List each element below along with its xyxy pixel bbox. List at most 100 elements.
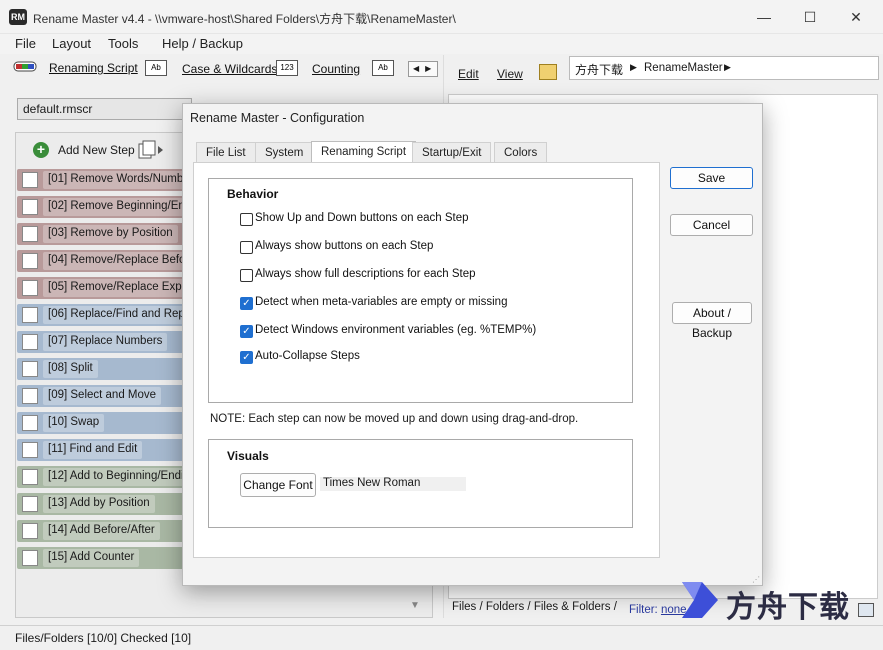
step-row[interactable]: [09] Select and Move [17, 385, 192, 407]
tab-files-folders[interactable]: Files & Folders [534, 601, 611, 613]
step-checkbox[interactable] [22, 334, 38, 350]
step-row[interactable]: [07] Replace Numbers [17, 331, 192, 353]
step-checkbox[interactable] [22, 199, 38, 215]
case-icon: Ab [145, 60, 167, 76]
add-new-step-label: Add New Step [58, 143, 135, 157]
breadcrumb-arrow-icon: ▶ [630, 62, 637, 72]
menu-layout[interactable]: Layout [52, 36, 91, 51]
renaming-script-tab[interactable]: Renaming Script [49, 61, 138, 75]
step-row[interactable]: [02] Remove Beginning/End [17, 196, 195, 218]
step-row[interactable]: [05] Remove/Replace Expre [17, 277, 195, 299]
step-row[interactable]: [01] Remove Words/Numbe [17, 169, 195, 191]
filter-indicator[interactable]: Filter: none [629, 604, 687, 616]
tab-system[interactable]: System [255, 142, 314, 163]
option-label[interactable]: Auto-Collapse Steps [255, 350, 360, 362]
edit-menu[interactable]: Edit [458, 67, 479, 81]
about-backup-button[interactable]: About / Backup [672, 302, 752, 340]
step-checkbox[interactable] [22, 442, 38, 458]
step-checkbox[interactable] [22, 172, 38, 188]
step-checkbox[interactable] [22, 307, 38, 323]
step-row[interactable]: [04] Remove/Replace Befor [17, 250, 195, 272]
step-label: [14] Add Before/After [43, 522, 160, 540]
step-row[interactable]: [08] Split [17, 358, 192, 380]
step-checkbox[interactable] [22, 523, 38, 539]
step-label: [04] Remove/Replace Befor [43, 252, 195, 270]
step-row[interactable]: [06] Replace/Find and Repl [17, 304, 193, 326]
case-wildcards-tab[interactable]: Case & Wildcards [182, 62, 277, 76]
breadcrumb-item[interactable]: RenameMaster [644, 62, 723, 74]
step-label: [05] Remove/Replace Expre [43, 279, 195, 297]
copy-steps-icon[interactable] [138, 140, 163, 159]
option-checkbox[interactable]: ✓ [240, 351, 253, 364]
step-label: [08] Split [43, 360, 98, 378]
tab-files[interactable]: Files [452, 601, 476, 613]
cancel-button[interactable]: Cancel [670, 214, 753, 236]
option-label[interactable]: Show Up and Down buttons on each Step [255, 212, 469, 224]
minimize-button[interactable]: — [741, 0, 787, 34]
app-icon: RM [9, 9, 27, 25]
drag-drop-note: NOTE: Each step can now be moved up and … [210, 413, 579, 425]
step-row[interactable]: [14] Add Before/After [17, 520, 192, 542]
option-label[interactable]: Always show buttons on each Step [255, 240, 433, 252]
option-label[interactable]: Always show full descriptions for each S… [255, 268, 476, 280]
tab-startup-exit[interactable]: Startup/Exit [412, 142, 492, 163]
view-menu[interactable]: View [497, 67, 523, 81]
step-row[interactable]: [03] Remove by Position [17, 223, 192, 245]
step-checkbox[interactable] [22, 496, 38, 512]
script-file-select[interactable]: default.rmscr [17, 98, 192, 120]
maximize-button[interactable]: ☐ [787, 0, 833, 34]
change-font-button[interactable]: Change Font [240, 473, 316, 497]
step-checkbox[interactable] [22, 253, 38, 269]
watermark-logo [680, 580, 720, 620]
step-row[interactable]: [15] Add Counter [17, 547, 192, 569]
step-checkbox[interactable] [22, 280, 38, 296]
option-label[interactable]: Detect when meta-variables are empty or … [255, 296, 507, 308]
bottom-tabs: Files / Folders / Files & Folders / [452, 601, 617, 613]
menu-help-backup[interactable]: Help / Backup [162, 36, 243, 51]
step-checkbox[interactable] [22, 469, 38, 485]
tab-file-list[interactable]: File List [196, 142, 256, 163]
option-checkbox[interactable] [240, 213, 253, 226]
step-checkbox[interactable] [22, 361, 38, 377]
step-label: [15] Add Counter [43, 549, 140, 567]
option-checkbox[interactable]: ✓ [240, 297, 253, 310]
option-label[interactable]: Detect Windows environment variables (eg… [255, 324, 536, 336]
step-label: [07] Replace Numbers [43, 333, 168, 351]
toolbar-scroll-arrows[interactable]: ◀ ▶ [408, 61, 438, 77]
save-button[interactable]: Save [670, 167, 753, 189]
step-checkbox[interactable] [22, 550, 38, 566]
filter-label: Filter: [629, 604, 658, 616]
step-row[interactable]: [10] Swap [17, 412, 192, 434]
scroll-down-icon[interactable]: ▼ [410, 600, 420, 611]
step-label: [02] Remove Beginning/End [43, 198, 195, 216]
close-button[interactable]: ✕ [833, 0, 879, 34]
eject-icon[interactable] [858, 603, 874, 617]
watermark-text: 方舟下载 [726, 590, 850, 625]
status-text: Files/Folders [10/0] Checked [10] [15, 631, 192, 645]
step-row[interactable]: [13] Add by Position [17, 493, 192, 515]
step-label: [01] Remove Words/Numbe [43, 171, 195, 189]
option-checkbox[interactable]: ✓ [240, 325, 253, 338]
option-checkbox[interactable] [240, 269, 253, 282]
status-bar: Files/Folders [10/0] Checked [10] [0, 625, 883, 650]
step-checkbox[interactable] [22, 415, 38, 431]
tab-renaming-script[interactable]: Renaming Script [311, 141, 417, 163]
step-checkbox[interactable] [22, 388, 38, 404]
menu-tools[interactable]: Tools [108, 36, 138, 51]
step-label: [11] Find and Edit [43, 441, 143, 459]
behavior-title: Behavior [227, 187, 279, 201]
menu-file[interactable]: File [15, 36, 36, 51]
tab-colors[interactable]: Colors [494, 142, 548, 163]
renaming-script-icon [13, 60, 37, 74]
step-label: [10] Swap [43, 414, 105, 432]
counting-tab[interactable]: Counting [312, 62, 360, 76]
breadcrumb-item[interactable]: 方舟下载 [575, 61, 623, 78]
step-checkbox[interactable] [22, 226, 38, 242]
folder-up-icon[interactable] [539, 64, 557, 80]
step-row[interactable]: [11] Find and Edit [17, 439, 192, 461]
option-checkbox[interactable] [240, 241, 253, 254]
window-title: Rename Master v4.4 - \\vmware-host\Share… [33, 12, 456, 26]
tab-folders[interactable]: Folders [486, 601, 524, 613]
step-row[interactable]: [12] Add to Beginning/Endin [17, 466, 195, 488]
breadcrumb[interactable]: 方舟下载 ▶ RenameMaster ▶ [569, 56, 879, 80]
